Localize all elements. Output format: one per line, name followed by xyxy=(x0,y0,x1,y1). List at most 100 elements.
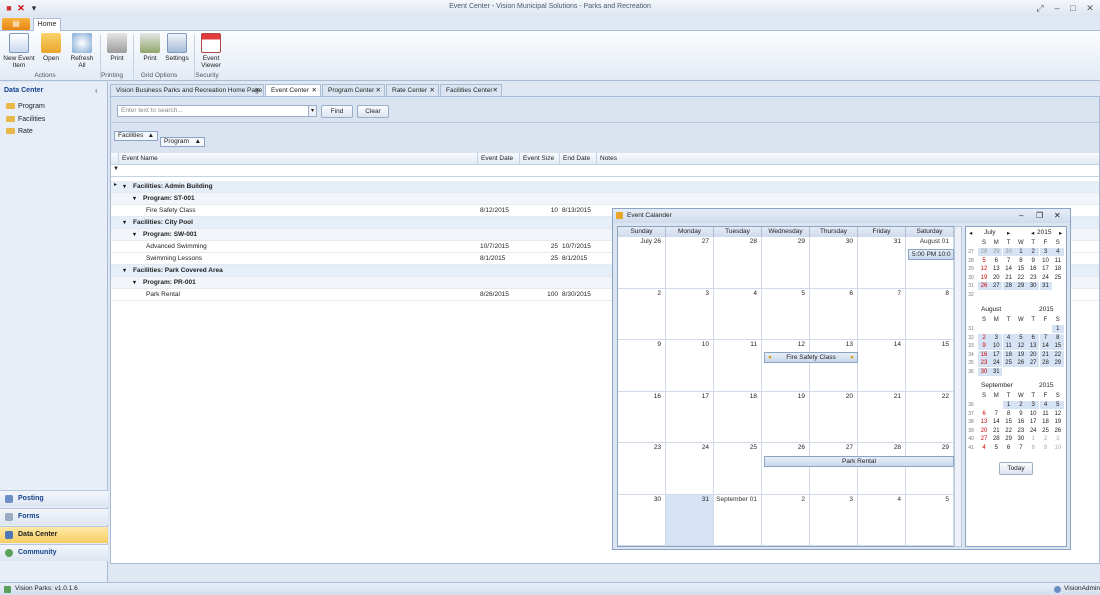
tab-home[interactable]: Home xyxy=(33,18,61,32)
collapse-icon[interactable]: ▾ xyxy=(133,277,136,289)
day-cell[interactable]: 22 xyxy=(906,391,954,443)
application-menu-button[interactable]: ▤ xyxy=(2,18,30,30)
mini-day[interactable]: 17 xyxy=(1040,265,1052,273)
filter-row[interactable]: ▼ xyxy=(111,165,1099,177)
day-cell[interactable]: September 01 xyxy=(714,494,762,546)
mini-day[interactable]: 24 xyxy=(1040,274,1052,282)
clear-button[interactable]: Clear xyxy=(357,105,389,118)
mini-day[interactable]: 2 xyxy=(1014,401,1027,409)
mini-day[interactable]: 6 xyxy=(978,410,990,418)
day-cell[interactable]: 13 xyxy=(810,340,858,392)
day-cell[interactable]: 27 xyxy=(810,443,858,495)
day-cell[interactable]: 15 xyxy=(906,340,954,392)
mini-day[interactable]: 28 xyxy=(978,248,990,256)
day-cell[interactable]: 10 xyxy=(666,340,714,392)
search-dropdown-icon[interactable]: ▾ xyxy=(308,105,317,117)
day-cell[interactable]: 30 xyxy=(810,237,858,289)
day-cell[interactable]: 5 xyxy=(906,494,954,546)
mini-day[interactable]: 12 xyxy=(978,265,990,273)
mini-day[interactable]: 29 xyxy=(1051,359,1064,367)
mini-day[interactable]: 23 xyxy=(978,359,990,367)
nav-community[interactable]: Community xyxy=(0,544,108,561)
mini-day[interactable]: 7 xyxy=(1039,333,1052,342)
day-cell[interactable]: 24 xyxy=(666,443,714,495)
mini-day[interactable]: 16 xyxy=(1015,418,1027,426)
day-cell[interactable]: 5 xyxy=(762,288,810,340)
mini-day[interactable]: 25 xyxy=(1040,427,1052,435)
mini-day[interactable]: 3 xyxy=(1039,248,1052,256)
mini-day[interactable]: 11 xyxy=(1040,410,1052,418)
sidebar-item-facilities[interactable]: Facilities xyxy=(6,116,45,123)
mini-day[interactable]: 30 xyxy=(978,367,990,376)
mini-day[interactable]: 30 xyxy=(1002,248,1015,256)
print-button[interactable]: Print xyxy=(105,33,129,62)
day-cell[interactable]: 28 xyxy=(714,237,762,289)
mini-day[interactable]: 17 xyxy=(990,350,1003,359)
mini-day[interactable]: 13 xyxy=(1027,342,1040,350)
day-cell[interactable]: 14 xyxy=(858,340,906,392)
day-cell[interactable]: 2 xyxy=(618,288,666,340)
mini-day[interactable]: 1 xyxy=(1027,435,1039,443)
appointment-park-rental[interactable]: Park Rental xyxy=(764,456,954,467)
mini-day[interactable]: 17 xyxy=(1027,418,1039,426)
mini-day[interactable]: 19 xyxy=(978,274,990,282)
day-cell[interactable]: 11 xyxy=(714,340,762,392)
mini-day[interactable]: 25 xyxy=(1002,359,1015,367)
day-cell[interactable]: July 26 xyxy=(618,237,666,289)
mini-day[interactable]: 15 xyxy=(1015,265,1027,273)
close-tab-icon[interactable]: ✕ xyxy=(312,85,317,96)
close-tab-icon[interactable]: ✕ xyxy=(376,85,381,96)
collapse-icon[interactable]: ▾ xyxy=(123,265,126,277)
day-cell[interactable]: 16 xyxy=(618,391,666,443)
restore-icon[interactable]: ❐ xyxy=(1036,211,1043,220)
column-end-date[interactable]: End Date xyxy=(559,153,596,165)
mini-day[interactable]: 19 xyxy=(1014,350,1027,359)
sidebar-item-rate[interactable]: Rate xyxy=(6,128,33,135)
mini-day[interactable]: 2 xyxy=(1040,435,1052,443)
mini-day[interactable]: 31 xyxy=(1039,282,1052,290)
mini-day[interactable]: 23 xyxy=(1027,274,1039,282)
mini-day[interactable]: 30 xyxy=(1027,282,1040,290)
day-cell[interactable]: 3 xyxy=(810,494,858,546)
mini-day[interactable]: 27 xyxy=(978,435,990,443)
day-cell[interactable]: 26 xyxy=(762,443,810,495)
mini-day[interactable]: 8 xyxy=(1003,410,1015,418)
mini-day[interactable]: 7 xyxy=(1003,257,1015,265)
mini-day[interactable]: 14 xyxy=(1003,265,1015,273)
column-event-name[interactable]: Event Name xyxy=(118,153,477,165)
minimize-button[interactable]: – xyxy=(1050,2,1064,14)
mini-day[interactable]: 28 xyxy=(990,435,1002,443)
day-cell[interactable]: 2 xyxy=(762,494,810,546)
close-tab-icon[interactable]: ✕ xyxy=(430,85,435,96)
column-event-date[interactable]: Event Date xyxy=(477,153,519,165)
mini-day[interactable]: 12 xyxy=(1052,410,1064,418)
mini-day[interactable]: 18 xyxy=(1052,265,1064,273)
mini-day[interactable]: 2 xyxy=(1027,248,1040,256)
mini-day[interactable]: 9 xyxy=(1040,444,1052,452)
close-button[interactable]: ✕ xyxy=(1083,2,1097,14)
mini-day[interactable]: 16 xyxy=(1027,265,1039,273)
group-chip-facilities[interactable]: Facilities ▲ xyxy=(114,131,158,141)
mini-day[interactable]: 29 xyxy=(1014,282,1027,290)
day-cell[interactable]: 29 xyxy=(762,237,810,289)
nav-posting[interactable]: Posting xyxy=(0,490,108,507)
mini-day[interactable]: 4 xyxy=(1002,333,1015,342)
day-cell[interactable]: 19 xyxy=(762,391,810,443)
mini-day[interactable]: 1 xyxy=(1051,325,1064,333)
restore-ribbon-icon[interactable]: ⤢ xyxy=(1033,2,1047,14)
mini-day[interactable]: 5 xyxy=(1051,401,1064,409)
mini-day[interactable]: 18 xyxy=(1002,350,1015,359)
mini-day[interactable]: 6 xyxy=(1027,333,1040,342)
appointment-fire-safety-class[interactable]: ● Fire Safety Class ● xyxy=(764,352,858,363)
mini-day[interactable]: 20 xyxy=(978,427,990,435)
mini-day[interactable]: 8 xyxy=(1015,257,1027,265)
mini-day[interactable]: 12 xyxy=(1014,342,1027,350)
mini-day[interactable]: 4 xyxy=(1039,401,1052,409)
mini-day[interactable]: 8 xyxy=(1027,444,1039,452)
mini-day[interactable]: 5 xyxy=(990,444,1002,452)
mini-day[interactable]: 1 xyxy=(1014,248,1027,256)
maximize-button[interactable]: □ xyxy=(1066,2,1080,14)
mini-day[interactable]: 18 xyxy=(1040,418,1052,426)
close-icon[interactable]: ✕ xyxy=(1054,211,1061,220)
minimize-icon[interactable]: – xyxy=(1019,211,1023,220)
